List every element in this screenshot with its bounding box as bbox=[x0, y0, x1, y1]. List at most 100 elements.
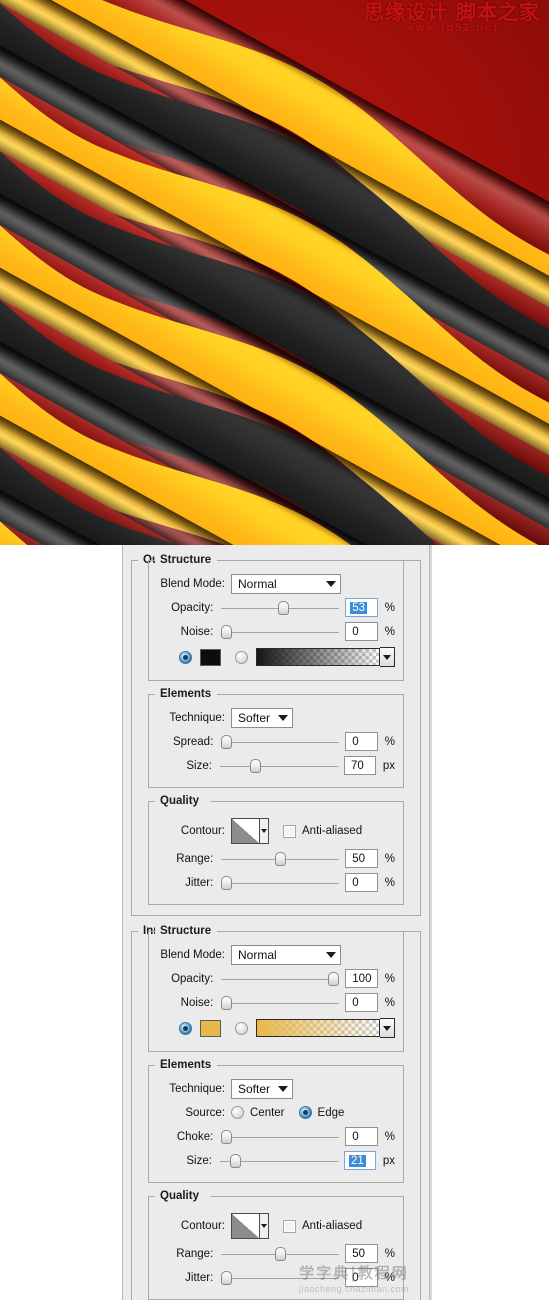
choke-slider-thumb[interactable] bbox=[221, 1129, 233, 1144]
choke-input[interactable]: 0 bbox=[345, 1127, 378, 1146]
jitter-unit: % bbox=[384, 1271, 395, 1284]
spread-input[interactable]: 0 bbox=[345, 732, 378, 751]
range-input[interactable]: 50 bbox=[345, 849, 378, 868]
gradient-picker[interactable] bbox=[256, 1018, 395, 1038]
range-slider[interactable] bbox=[221, 850, 340, 868]
source-center-radio[interactable] bbox=[231, 1106, 244, 1119]
group-title: Elements bbox=[155, 688, 217, 700]
blend-mode-select[interactable]: Normal bbox=[231, 944, 341, 965]
technique-label: Technique: bbox=[169, 1082, 225, 1095]
noise-slider-thumb[interactable] bbox=[221, 995, 233, 1010]
size-unit: px bbox=[382, 759, 395, 772]
section-border-left bbox=[131, 931, 138, 932]
choke-unit: % bbox=[384, 1130, 395, 1143]
blend-mode-label: Blend Mode: bbox=[160, 577, 225, 590]
size-slider[interactable] bbox=[219, 1152, 338, 1170]
opacity-label: Opacity: bbox=[171, 601, 214, 614]
size-slider-thumb[interactable] bbox=[249, 758, 261, 773]
solid-color-radio[interactable] bbox=[179, 650, 192, 664]
contour-picker[interactable] bbox=[231, 1213, 269, 1239]
opacity-input[interactable]: 53 bbox=[345, 598, 378, 617]
noise-slider-thumb[interactable] bbox=[221, 624, 233, 639]
noise-slider[interactable] bbox=[221, 994, 340, 1012]
spread-label: Spread: bbox=[173, 735, 214, 748]
noise-label: Noise: bbox=[180, 996, 214, 1009]
source-edge-radio[interactable] bbox=[298, 1106, 312, 1119]
gradient-preview[interactable] bbox=[256, 1019, 380, 1037]
noise-slider-track bbox=[221, 1002, 340, 1004]
technique-row: Technique: Softer bbox=[157, 1077, 395, 1100]
gradient-radio[interactable] bbox=[235, 650, 248, 664]
jitter-slider-thumb[interactable] bbox=[221, 1270, 233, 1285]
opacity-slider[interactable] bbox=[221, 599, 340, 617]
spread-slider-thumb[interactable] bbox=[221, 734, 233, 749]
gradient-preview[interactable] bbox=[256, 648, 380, 666]
jitter-label: Jitter: bbox=[185, 876, 214, 889]
technique-select[interactable]: Softer bbox=[231, 1078, 293, 1099]
chevron-down-icon bbox=[326, 580, 336, 587]
group-elements: Elements Technique: Softer Spread: 0% Size: 70… bbox=[148, 688, 404, 788]
choke-slider[interactable] bbox=[221, 1128, 340, 1146]
noise-unit: % bbox=[384, 625, 395, 638]
source-label: Source: bbox=[185, 1106, 225, 1119]
range-slider[interactable] bbox=[221, 1245, 340, 1263]
jitter-slider[interactable] bbox=[221, 1269, 340, 1287]
spread-row: Spread: 0% bbox=[157, 730, 395, 753]
group-structure: Structure Blend Mode: Normal Opacity: 100% No… bbox=[148, 925, 404, 1052]
glow-color-row bbox=[157, 644, 395, 670]
opacity-slider-thumb[interactable] bbox=[278, 600, 290, 615]
blend-mode-label: Blend Mode: bbox=[160, 948, 225, 961]
jitter-input[interactable]: 0 bbox=[345, 873, 378, 892]
color-swatch[interactable] bbox=[200, 648, 221, 666]
noise-input[interactable]: 0 bbox=[345, 622, 378, 641]
contour-dropdown-button[interactable] bbox=[260, 819, 268, 843]
noise-input[interactable]: 0 bbox=[345, 993, 378, 1012]
size-input[interactable]: 70 bbox=[343, 756, 376, 775]
jitter-slider-track bbox=[221, 1277, 340, 1279]
anti-aliased-checkbox[interactable] bbox=[283, 1219, 296, 1233]
section-outer-glow: Outer GlowStructureBlend Mode:NormalOpac… bbox=[131, 554, 421, 916]
jitter-slider[interactable] bbox=[221, 874, 340, 892]
group-quality: Quality Contour: Anti-aliased Range: 50% Jitt… bbox=[148, 1190, 404, 1300]
color-swatch[interactable] bbox=[200, 1019, 221, 1037]
size-label: Size: bbox=[186, 759, 212, 772]
gradient-dropdown-button[interactable] bbox=[380, 647, 395, 667]
choke-label: Choke: bbox=[176, 1130, 214, 1143]
range-input[interactable]: 50 bbox=[345, 1244, 378, 1263]
layer-style-dialog: Outer GlowStructureBlend Mode:NormalOpac… bbox=[122, 545, 432, 1300]
group-border-right bbox=[210, 801, 404, 802]
opacity-input[interactable]: 100 bbox=[345, 969, 378, 988]
anti-aliased-checkbox[interactable] bbox=[283, 824, 296, 838]
group-border-right bbox=[210, 1196, 404, 1197]
gradient-dropdown-button[interactable] bbox=[380, 1018, 395, 1038]
technique-select[interactable]: Softer bbox=[231, 707, 293, 728]
range-slider-thumb[interactable] bbox=[275, 1246, 287, 1261]
blend-mode-select[interactable]: Normal bbox=[231, 573, 341, 594]
size-slider-thumb[interactable] bbox=[229, 1153, 241, 1168]
section-border-left bbox=[131, 560, 138, 561]
group-border-left bbox=[148, 1065, 155, 1066]
contour-picker[interactable] bbox=[231, 818, 269, 844]
range-row: Range: 50% bbox=[157, 1242, 395, 1265]
opacity-slider-thumb[interactable] bbox=[328, 971, 340, 986]
group-border-right bbox=[216, 694, 404, 695]
noise-slider-track bbox=[221, 631, 340, 633]
gradient-radio[interactable] bbox=[235, 1021, 248, 1035]
contour-dropdown-button[interactable] bbox=[260, 1214, 268, 1238]
size-slider-track bbox=[219, 765, 338, 767]
technique-value: Softer bbox=[238, 710, 271, 725]
noise-slider[interactable] bbox=[221, 623, 340, 641]
solid-color-radio[interactable] bbox=[179, 1021, 192, 1035]
range-slider-thumb[interactable] bbox=[275, 851, 287, 866]
size-slider[interactable] bbox=[219, 757, 338, 775]
gradient-picker[interactable] bbox=[256, 647, 395, 667]
glow-color-row bbox=[157, 1015, 395, 1041]
size-row: Size: 21 px bbox=[157, 1149, 395, 1172]
opacity-slider[interactable] bbox=[221, 970, 340, 988]
chevron-down-icon bbox=[278, 714, 288, 721]
spread-slider[interactable] bbox=[221, 733, 340, 751]
jitter-input[interactable]: 0 bbox=[345, 1268, 378, 1287]
size-input[interactable]: 21 bbox=[343, 1151, 376, 1170]
chevron-down-icon bbox=[326, 951, 336, 958]
jitter-slider-thumb[interactable] bbox=[221, 875, 233, 890]
